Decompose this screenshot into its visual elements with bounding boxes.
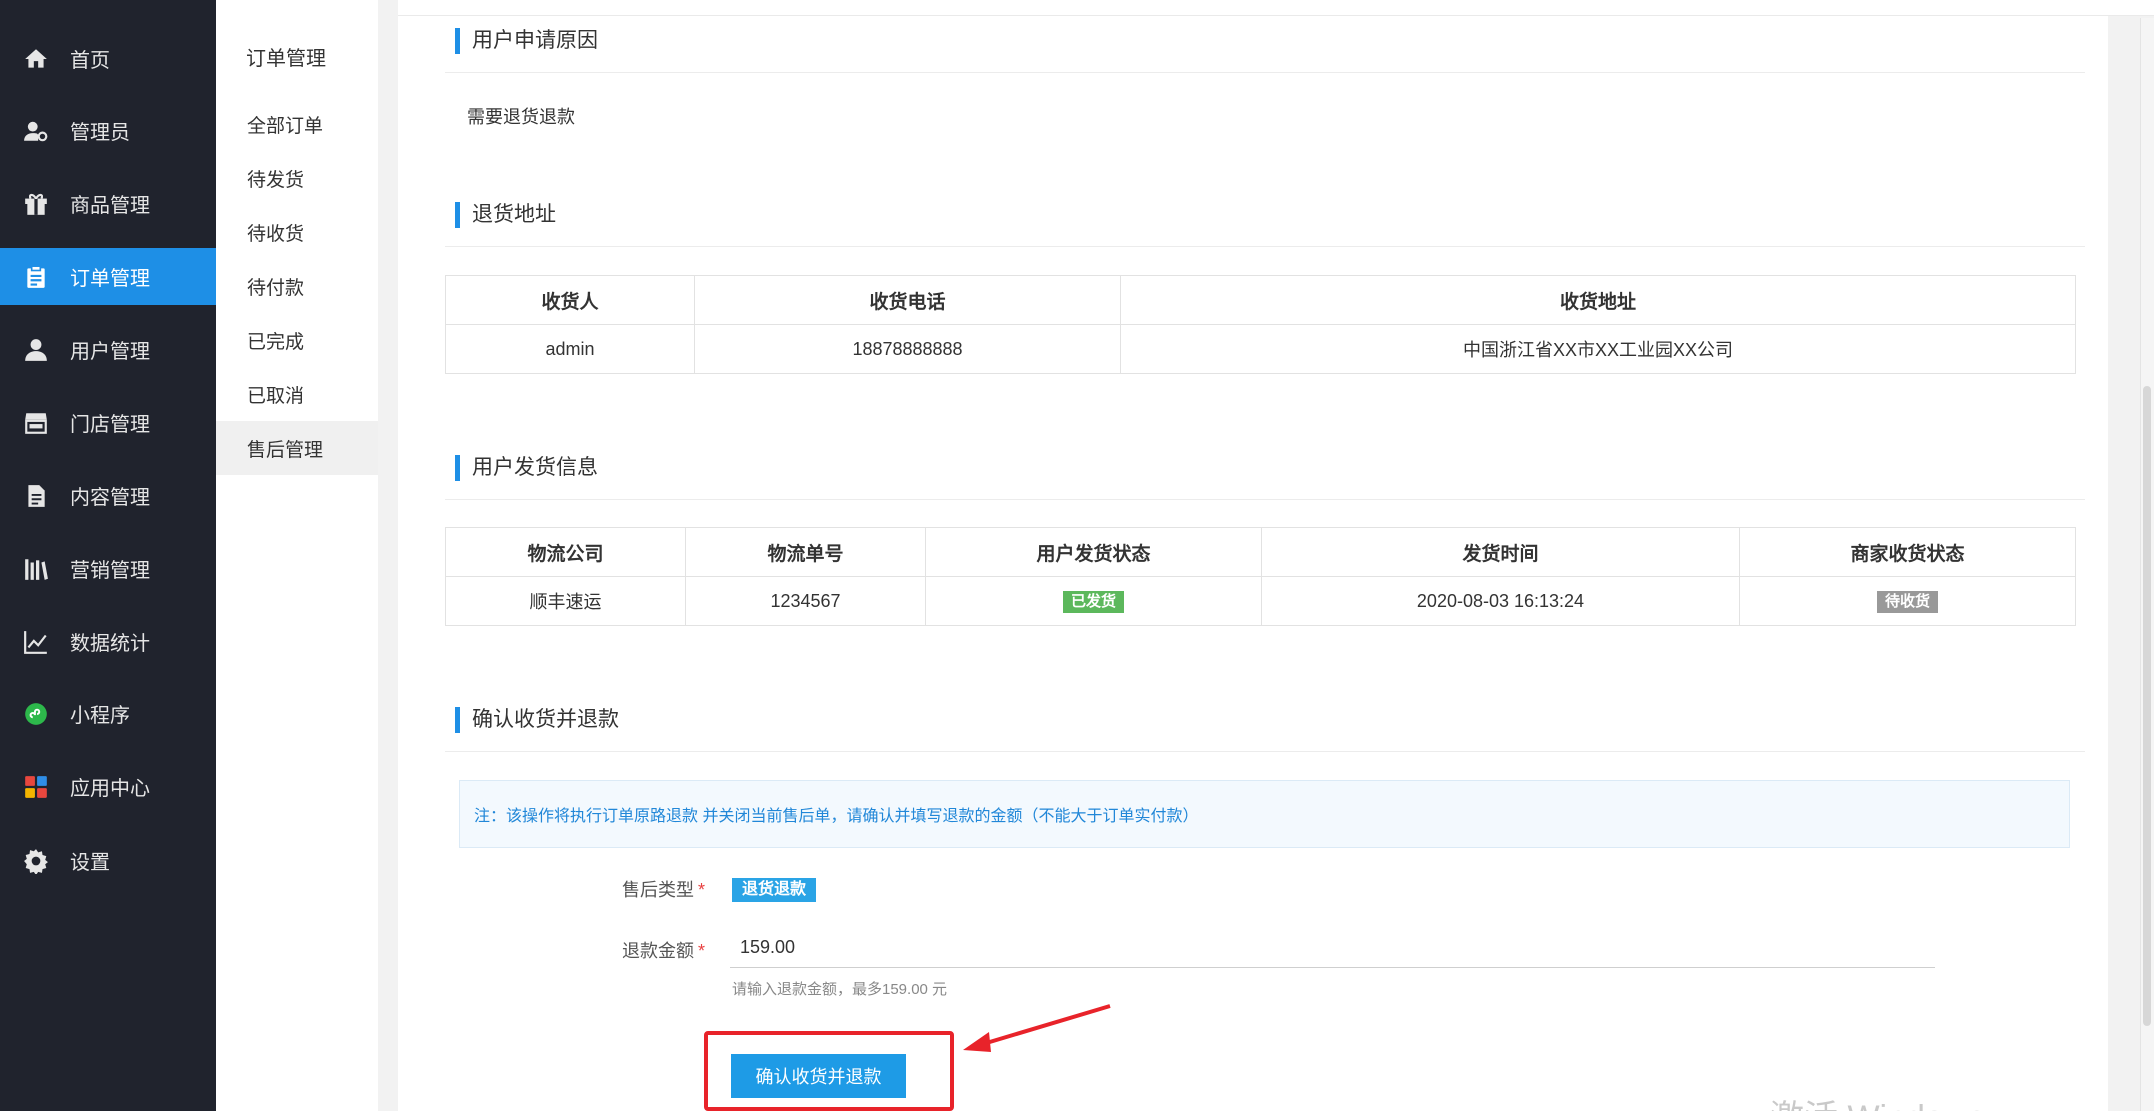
refund-amount-label: 退款金额 *: [555, 937, 705, 963]
annotation-arrow-icon: [963, 1004, 1111, 1052]
mini-program-icon: [22, 700, 50, 728]
section-title-confirm-refund: 确认收货并退款: [455, 707, 619, 733]
top-header-strip: [398, 0, 2154, 16]
nav-label: 门店管理: [70, 414, 150, 436]
user-icon: [22, 336, 50, 364]
nav-item-products[interactable]: 商品管理: [0, 175, 216, 232]
line-chart-icon: [22, 628, 50, 656]
nav-label: 设置: [70, 852, 110, 874]
nav-label: 订单管理: [70, 268, 150, 290]
after-sales-type-label: 售后类型 *: [555, 876, 705, 902]
books-icon: [22, 555, 50, 583]
nav-item-marketing[interactable]: 营销管理: [0, 540, 216, 597]
gear-icon: [22, 847, 50, 875]
nav-item-admin[interactable]: 管理员: [0, 102, 216, 159]
nav-label: 商品管理: [70, 195, 150, 217]
nav-item-statistics[interactable]: 数据统计: [0, 613, 216, 670]
label-text: 退款金额: [621, 941, 694, 961]
divider: [445, 246, 2085, 247]
cell-ship-time: 2020-08-03 16:13:24: [1261, 576, 1740, 626]
nav-item-settings[interactable]: 设置: [0, 832, 216, 889]
section-title-shipping: 用户发货信息: [455, 455, 598, 481]
nav-item-orders[interactable]: 订单管理: [0, 248, 216, 305]
store-icon: [22, 409, 50, 437]
nav-item-users[interactable]: 用户管理: [0, 321, 216, 378]
table-row: 顺丰速运 1234567 已发货 2020-08-03 16:13:24 待收货: [445, 576, 2076, 626]
refund-amount-hint: 请输入退款金额，最多159.00 元: [732, 981, 948, 998]
secondary-sidebar: 订单管理 全部订单 待发货 待收货 待付款 已完成 已取消 售后管理: [216, 0, 378, 1111]
return-address-table: 收货人 收货电话 收货地址 admin 18878888888 中国浙江省XX市…: [445, 275, 2076, 374]
home-icon: [22, 45, 50, 73]
refund-notice: 注：该操作将执行订单原路退款 并关闭当前售后单，请确认并填写退款的金额（不能大于…: [459, 780, 2070, 848]
cell-merchant-receive-status: 待收货: [1739, 576, 2076, 626]
refund-amount-input[interactable]: [730, 928, 1935, 968]
required-mark: *: [697, 880, 705, 900]
table-header-row: 物流公司 物流单号 用户发货状态 发货时间 商家收货状态: [445, 527, 2076, 577]
col-header-ship-time: 发货时间: [1261, 527, 1740, 577]
table-header-row: 收货人 收货电话 收货地址: [445, 275, 2076, 325]
shipping-info-table: 物流公司 物流单号 用户发货状态 发货时间 商家收货状态 顺丰速运 123456…: [445, 527, 2076, 626]
col-header-address: 收货地址: [1120, 275, 2076, 325]
nav-label: 用户管理: [70, 341, 150, 363]
nav-label: 内容管理: [70, 487, 150, 509]
clipboard-icon: [22, 263, 50, 291]
col-header-logistics-company: 物流公司: [445, 527, 686, 577]
gift-icon: [22, 190, 50, 218]
document-icon: [22, 482, 50, 510]
section-title-reason: 用户申请原因: [455, 28, 598, 54]
nav-item-stores[interactable]: 门店管理: [0, 394, 216, 451]
cell-logistics-company: 顺丰速运: [445, 576, 686, 626]
nav-label: 小程序: [70, 705, 130, 727]
section-title-return-address: 退货地址: [455, 202, 556, 228]
cell-phone: 18878888888: [694, 324, 1121, 374]
table-row: admin 18878888888 中国浙江省XX市XX工业园XX公司: [445, 324, 2076, 374]
divider: [445, 499, 2085, 500]
subnav-item-completed[interactable]: 已完成: [216, 313, 378, 367]
divider: [445, 751, 2085, 752]
col-header-phone: 收货电话: [694, 275, 1121, 325]
col-header-receiver: 收货人: [445, 275, 695, 325]
nav-label: 营销管理: [70, 560, 150, 582]
main-sidebar: 首页 管理员 商品管理 订单管理 用户管理 门店管理 内容管理 营销管理 数据统…: [0, 0, 216, 1111]
subnav-item-after-sales[interactable]: 售后管理: [216, 421, 378, 475]
after-sales-type-badge: 退货退款: [732, 878, 817, 902]
col-header-merchant-receive-status: 商家收货状态: [1739, 527, 2076, 577]
status-badge-pending-receipt: 待收货: [1876, 590, 1938, 613]
subnav-item-to-pay[interactable]: 待付款: [216, 259, 378, 313]
nav-label: 首页: [70, 50, 110, 72]
scrollbar-thumb[interactable]: [2143, 386, 2151, 1026]
col-header-user-ship-status: 用户发货状态: [925, 527, 1262, 577]
cell-receiver: admin: [445, 324, 695, 374]
apps-icon: [22, 773, 50, 801]
nav-item-content[interactable]: 内容管理: [0, 467, 216, 524]
admin-user-icon: [22, 117, 50, 145]
status-badge-shipped: 已发货: [1062, 590, 1124, 613]
required-mark: *: [697, 941, 705, 961]
cell-user-ship-status: 已发货: [925, 576, 1262, 626]
nav-item-mini-program[interactable]: 小程序: [0, 685, 216, 742]
windows-activation-watermark: 激活 Windows: [1770, 1090, 1985, 1111]
label-text: 售后类型: [621, 880, 694, 900]
subnav-item-to-ship[interactable]: 待发货: [216, 151, 378, 205]
cell-address: 中国浙江省XX市XX工业园XX公司: [1120, 324, 2076, 374]
divider: [445, 72, 2085, 73]
cell-tracking-number: 1234567: [685, 576, 926, 626]
subnav-title: 订单管理: [246, 48, 326, 70]
nav-item-app-center[interactable]: 应用中心: [0, 758, 216, 815]
col-header-tracking-number: 物流单号: [685, 527, 926, 577]
nav-label: 管理员: [70, 122, 130, 144]
confirm-receipt-refund-button[interactable]: 确认收货并退款: [731, 1054, 906, 1098]
reason-text: 需要退货退款: [467, 107, 575, 127]
nav-item-home[interactable]: 首页: [0, 30, 216, 87]
subnav-item-cancelled[interactable]: 已取消: [216, 367, 378, 421]
subnav-item-to-receive[interactable]: 待收货: [216, 205, 378, 259]
nav-label: 数据统计: [70, 633, 150, 655]
subnav-item-all-orders[interactable]: 全部订单: [216, 97, 378, 151]
nav-label: 应用中心: [70, 778, 150, 800]
